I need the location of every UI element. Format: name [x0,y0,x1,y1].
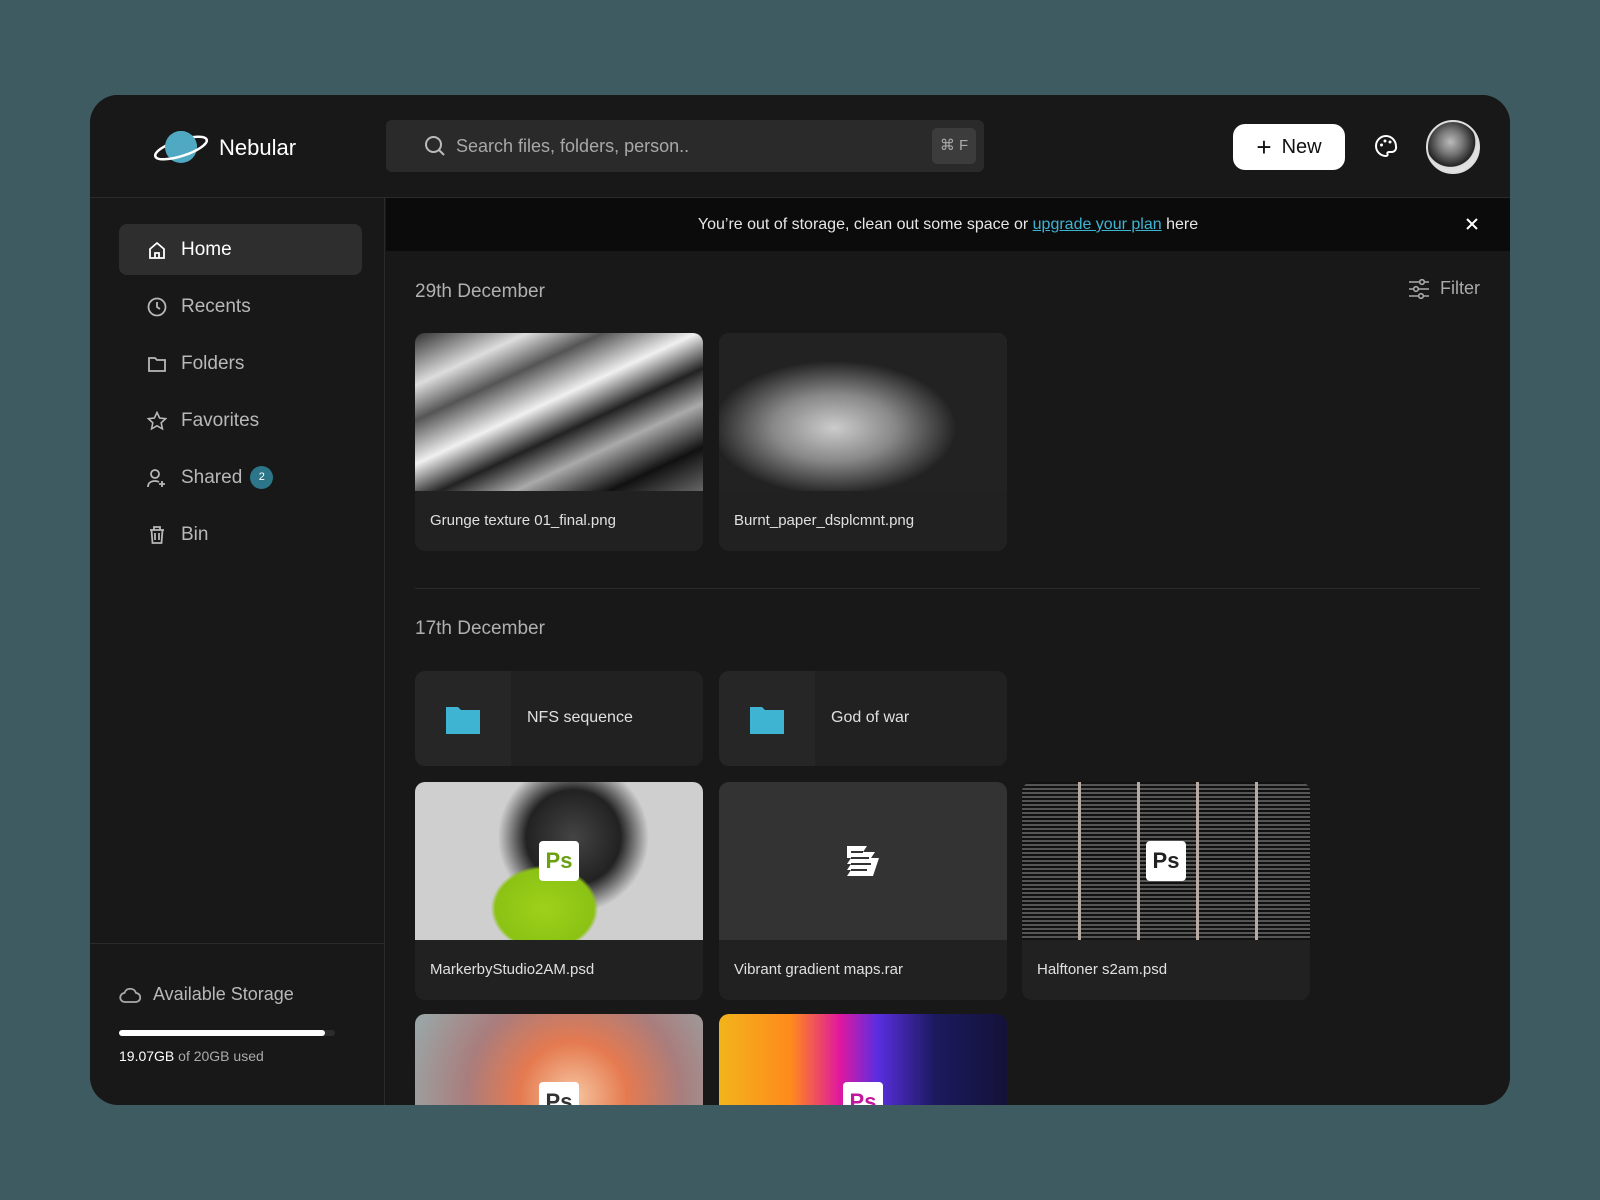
upgrade-plan-link[interactable]: upgrade your plan [1033,216,1162,233]
file-thumbnail: Ps [719,1014,1007,1105]
photoshop-badge: Ps [843,1082,883,1105]
file-card[interactable]: Ps MarkerbyStudio2AM.psd [415,782,703,1000]
app-name: Nebular [219,135,297,160]
section-divider [415,588,1480,589]
file-thumbnail: Ps [415,782,703,940]
folder-card[interactable]: God of war [719,671,1007,766]
sliders-icon [1409,278,1429,299]
sidebar-item-label: Bin [181,523,209,545]
photoshop-badge: Ps [539,841,579,881]
section-date: 29th December [415,281,545,302]
plus-icon: + [1256,132,1272,162]
sidebar-item-label: Home [181,238,232,260]
folder-icon [750,706,784,734]
new-button[interactable]: + New [1233,124,1345,170]
file-thumbnail [719,333,1007,491]
new-label: New [1281,135,1322,158]
storage-used: 19.07GB [119,1048,175,1064]
sidebar-item-bin[interactable]: Bin [119,509,362,560]
photoshop-badge: Ps [539,1082,579,1105]
filter-button[interactable]: Filter [1408,278,1480,299]
file-name: Burnt_paper_dsplcmnt.png [734,512,915,529]
file-card[interactable]: Grunge texture 01_final.png [415,333,703,551]
sidebar: Home Recents Folders Favorites Shared 2 … [90,198,385,1105]
storage-total: of 20GB used [178,1048,264,1064]
storage-warning-banner: You’re out of storage, clean out some sp… [386,198,1510,251]
search-icon [425,136,445,156]
header: Nebular ⌘ F + New [90,95,1510,198]
file-card[interactable]: Ps [415,1014,703,1105]
banner-text: You’re out of storage, clean out some sp… [697,216,1033,233]
file-name: MarkerbyStudio2AM.psd [430,961,595,978]
sidebar-item-favorites[interactable]: Favorites [119,395,362,446]
storage-progress-bar [119,1030,335,1036]
sidebar-item-label: Recents [181,295,251,317]
palette-icon[interactable] [1374,134,1398,158]
trash-icon [150,525,164,544]
sidebar-item-label: Favorites [181,409,260,431]
shared-count-badge: 2 [250,466,274,489]
filter-label: Filter [1440,278,1480,298]
home-icon [149,241,165,259]
file-name: Grunge texture 01_final.png [430,512,616,529]
sidebar-item-folders[interactable]: Folders [119,338,362,389]
file-thumbnail [415,333,703,491]
folder-icon [446,706,480,734]
sidebar-item-home[interactable]: Home [119,224,362,275]
file-card[interactable]: Ps Halftoner s2am.psd [1022,782,1310,1000]
avatar[interactable] [1426,120,1480,174]
shortcut-hint: ⌘ F [932,128,976,164]
close-icon[interactable] [1464,216,1480,232]
app-window: Nebular ⌘ F + New Home Recents Folders Fa… [90,95,1510,1105]
user-plus-icon [147,468,165,487]
file-thumbnail [719,782,1007,940]
folder-icon [148,356,166,372]
clock-icon [147,297,167,316]
file-name: Vibrant gradient maps.rar [734,961,903,978]
star-icon [147,410,167,430]
file-card[interactable]: Ps [719,1014,1007,1105]
folder-name: God of war [831,709,910,726]
photoshop-badge: Ps [1146,841,1186,881]
sidebar-item-recents[interactable]: Recents [119,281,362,332]
banner-text-end: here [1161,216,1199,233]
file-thumbnail: Ps [1022,782,1310,940]
main-content: You’re out of storage, clean out some sp… [386,198,1510,1105]
archive-icon [847,846,879,876]
search-bar[interactable]: ⌘ F [386,120,984,172]
sidebar-item-label: Folders [181,352,245,374]
storage-usage-text: 19.07GB of 20GB used [119,1048,264,1064]
file-thumbnail: Ps [415,1014,703,1105]
file-name: Halftoner s2am.psd [1037,961,1168,978]
storage-panel: Available Storage 19.07GB of 20GB used [90,943,385,1105]
storage-title: Available Storage [153,984,294,1004]
planet-logo-icon [153,131,209,163]
cloud-icon [119,987,141,1003]
section-date: 17th December [415,618,545,639]
sidebar-item-label: Shared [181,466,243,488]
file-card[interactable]: Burnt_paper_dsplcmnt.png [719,333,1007,551]
folder-card[interactable]: NFS sequence [415,671,703,766]
folder-name: NFS sequence [527,709,633,726]
search-input[interactable] [456,120,896,172]
storage-progress-fill [119,1030,325,1036]
file-card[interactable]: Vibrant gradient maps.rar [719,782,1007,1000]
sidebar-item-shared[interactable]: Shared 2 [119,452,362,503]
